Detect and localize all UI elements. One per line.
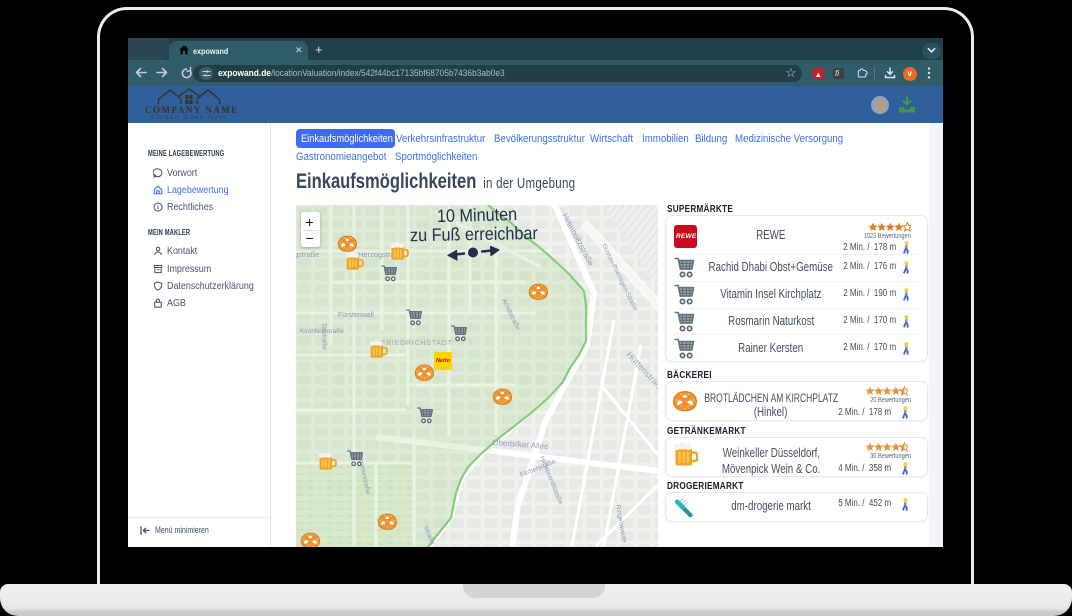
svg-text:Netto: Netto xyxy=(436,358,451,364)
svg-text:Fürstenwall: Fürstenwall xyxy=(338,312,374,319)
svg-text:gstraße: gstraße xyxy=(296,250,319,259)
svg-text:Talstraße: Talstraße xyxy=(320,323,328,350)
svg-text:FRIEDRICHSTADT: FRIEDRICHSTADT xyxy=(381,340,453,347)
